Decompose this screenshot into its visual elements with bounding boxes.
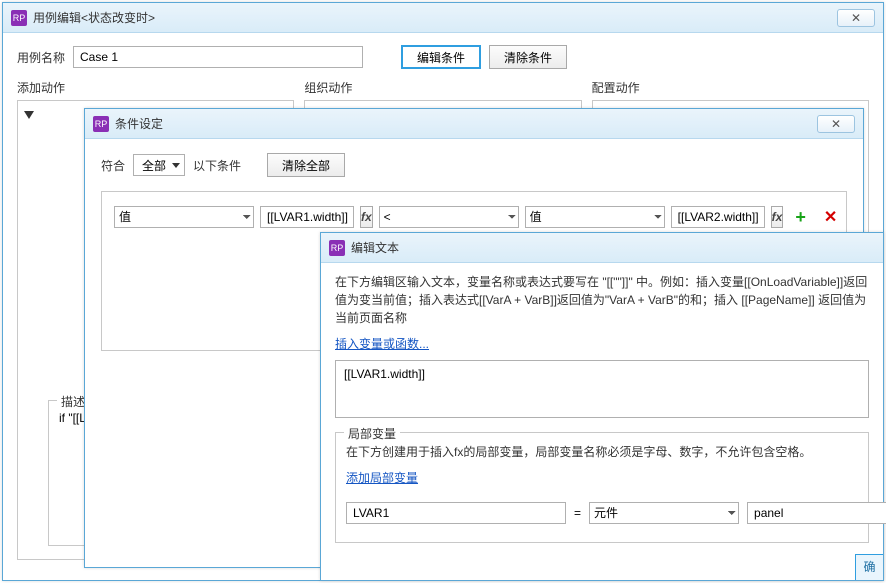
expression-text: [[LVAR1.width]]: [344, 367, 425, 381]
local-var-type-select[interactable]: 元件: [589, 502, 739, 524]
match-prefix-label: 符合: [101, 157, 125, 174]
right-value-box[interactable]: [[LVAR2.width]]: [671, 206, 765, 228]
equals-label: =: [574, 506, 581, 520]
clear-condition-button[interactable]: 清除条件: [489, 45, 567, 69]
clear-all-button[interactable]: 清除全部: [267, 153, 345, 177]
local-var-name-input[interactable]: [346, 502, 566, 524]
fx-icon: fx: [772, 210, 783, 224]
case-editor-titlebar[interactable]: RP 用例编辑<状态改变时> ✕: [3, 3, 883, 33]
rp-logo-icon: RP: [93, 116, 109, 132]
local-var-target-input[interactable]: [747, 502, 886, 524]
local-var-row: = 元件: [346, 502, 858, 524]
case-name-input[interactable]: [73, 46, 363, 68]
rp-logo-icon: RP: [11, 10, 27, 26]
organize-action-header: 组织动作: [304, 79, 581, 96]
case-name-label: 用例名称: [17, 49, 65, 66]
right-value-text: [[LVAR2.width]]: [678, 210, 759, 224]
match-mode-select[interactable]: 全部: [133, 154, 185, 176]
condition-row: 值 [[LVAR1.width]] fx < 值 [[LVAR2.width]]…: [114, 206, 834, 228]
case-editor-close-button[interactable]: ✕: [837, 9, 875, 27]
condition-builder-titlebar[interactable]: RP 条件设定 ✕: [85, 109, 863, 139]
left-value-text: [[LVAR1.width]]: [267, 210, 348, 224]
fx-icon: fx: [361, 210, 372, 224]
local-var-legend: 局部变量: [344, 425, 400, 442]
chevron-down-icon: [172, 163, 180, 168]
match-mode-value: 全部: [142, 157, 166, 174]
local-var-help: 在下方创建用于插入fx的局部变量，局部变量名称必须是字母、数字，不允许包含空格。: [346, 443, 858, 461]
ok-button[interactable]: 确: [855, 554, 883, 580]
local-var-group: 局部变量 在下方创建用于插入fx的局部变量，局部变量名称必须是字母、数字，不允许…: [335, 432, 869, 543]
edit-text-window: RP 编辑文本 在下方编辑区输入文本，变量名称或表达式要写在 "[[""]]" …: [320, 232, 884, 581]
edit-text-help: 在下方编辑区输入文本，变量名称或表达式要写在 "[[""]]" 中。例如：插入变…: [335, 273, 869, 327]
edit-text-title: 编辑文本: [351, 239, 399, 256]
configure-action-header: 配置动作: [592, 79, 869, 96]
add-condition-button[interactable]: +: [789, 207, 812, 228]
rp-logo-icon: RP: [329, 240, 345, 256]
edit-text-titlebar[interactable]: RP 编辑文本: [321, 233, 883, 263]
close-icon: ✕: [851, 11, 861, 25]
match-suffix-label: 以下条件: [193, 157, 241, 174]
close-icon: ✕: [831, 117, 841, 131]
collapse-icon[interactable]: [24, 111, 34, 119]
condition-builder-close-button[interactable]: ✕: [817, 115, 855, 133]
add-action-header: 添加动作: [17, 79, 294, 96]
case-editor-title: 用例编辑<状态改变时>: [33, 9, 155, 26]
edit-condition-button[interactable]: 编辑条件: [401, 45, 481, 69]
left-type-select[interactable]: 值: [114, 206, 254, 228]
delete-condition-button[interactable]: ✕: [818, 207, 843, 227]
left-value-box[interactable]: [[LVAR1.width]]: [260, 206, 354, 228]
insert-var-link[interactable]: 插入变量或函数...: [335, 335, 429, 352]
condition-builder-title: 条件设定: [115, 115, 163, 132]
left-fx-button[interactable]: fx: [360, 206, 373, 228]
expression-editor[interactable]: [[LVAR1.width]]: [335, 360, 869, 418]
add-local-var-link[interactable]: 添加局部变量: [346, 469, 418, 486]
operator-select[interactable]: <: [379, 206, 519, 228]
right-fx-button[interactable]: fx: [771, 206, 784, 228]
right-type-select[interactable]: 值: [525, 206, 665, 228]
